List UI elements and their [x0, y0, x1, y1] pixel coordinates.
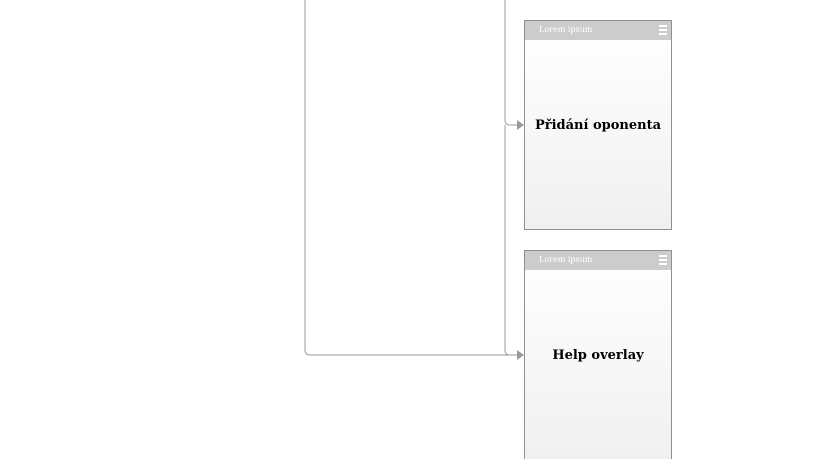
- hamburger-icon[interactable]: [659, 255, 667, 266]
- hamburger-icon[interactable]: [659, 25, 667, 36]
- flow-canvas: Lorem ipsum Přidání oponenta Lorem ipsum…: [0, 0, 816, 459]
- screen-header-title: Lorem ipsum: [539, 25, 593, 34]
- screen-header-bar: Lorem ipsum: [525, 21, 671, 40]
- arrowhead-pridani-oponenta: [517, 120, 524, 130]
- screen-pridani-oponenta[interactable]: Lorem ipsum Přidání oponenta: [524, 20, 672, 230]
- screen-label: Přidání oponenta: [534, 118, 662, 133]
- connector-right-to-help-overlay: [504, 125, 517, 356]
- arrowhead-help-overlay: [517, 350, 524, 360]
- screen-header-bar: Lorem ipsum: [525, 251, 671, 270]
- connector-lines: [304, 0, 524, 360]
- screen-help-overlay[interactable]: Lorem ipsum Help overlay: [524, 250, 672, 459]
- connector-to-pridani-oponenta: [504, 0, 517, 126]
- screen-header-title: Lorem ipsum: [539, 255, 593, 264]
- screen-label: Help overlay: [552, 348, 644, 363]
- connector-left-to-help-overlay: [304, 0, 517, 356]
